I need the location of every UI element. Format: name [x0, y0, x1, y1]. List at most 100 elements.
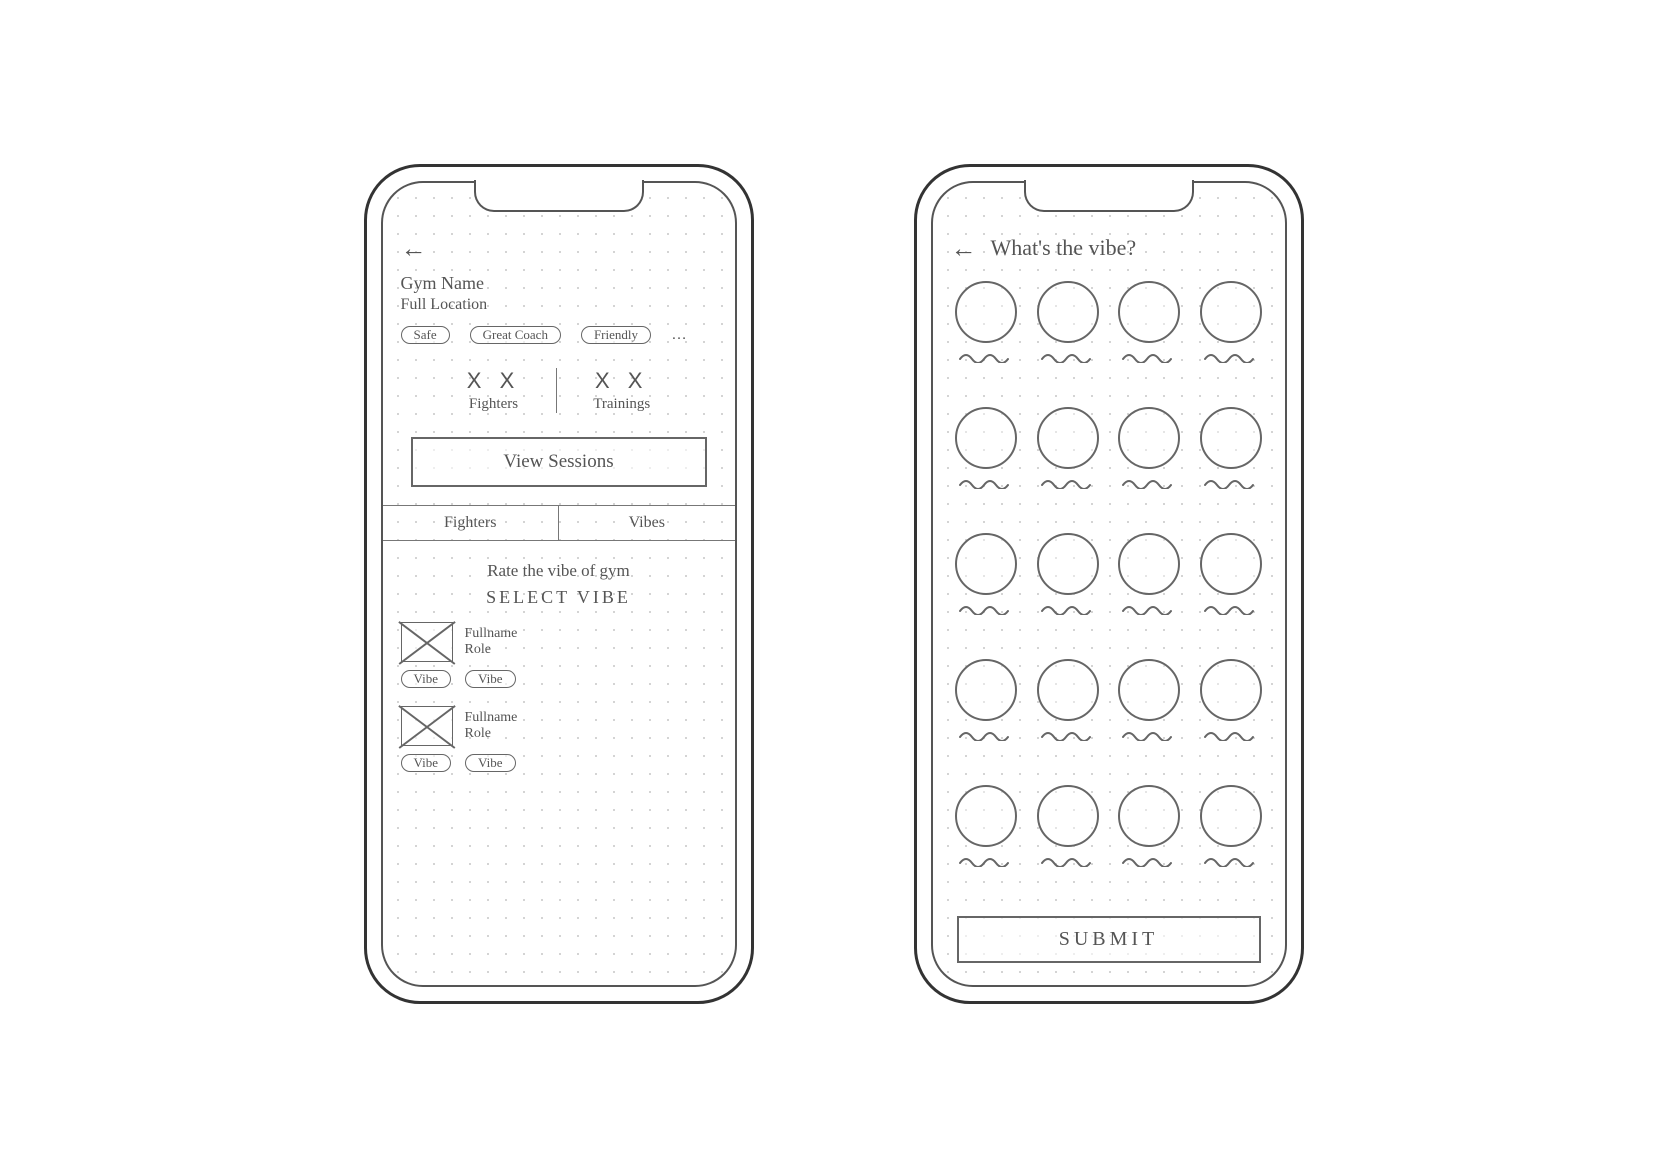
vibe-circle-icon — [955, 659, 1017, 721]
vibe-option[interactable] — [951, 659, 1023, 775]
vibe-option[interactable] — [951, 785, 1023, 901]
vibe-circle-icon — [1037, 659, 1099, 721]
vibe-option[interactable] — [1032, 659, 1104, 775]
squiggle-label-icon — [1040, 349, 1096, 363]
review-fullname: Fullname — [465, 710, 518, 726]
tabs: Fighters Vibes — [383, 505, 735, 541]
stat-trainings-value: X X — [595, 368, 648, 394]
tab-fighters[interactable]: Fighters — [383, 506, 559, 540]
squiggle-label-icon — [1040, 601, 1096, 615]
vibe-circle-icon — [1037, 281, 1099, 343]
select-vibe-button[interactable]: SELECT VIBE — [401, 587, 717, 608]
tag-safe[interactable]: Safe — [401, 326, 450, 344]
vibe-circle-icon — [1118, 785, 1180, 847]
more-tags-icon[interactable]: … — [671, 326, 689, 344]
vibe-option[interactable] — [1114, 533, 1186, 649]
vibe-option[interactable] — [1032, 785, 1104, 901]
vibe-circle-icon — [1118, 533, 1180, 595]
review-role: Role — [465, 642, 518, 658]
squiggle-label-icon — [1040, 727, 1096, 741]
squiggle-label-icon — [1203, 853, 1259, 867]
vibe-option[interactable] — [1195, 659, 1267, 775]
vibe-chip: Vibe — [401, 670, 452, 688]
vibe-circle-icon — [955, 281, 1017, 343]
screen-vibe-picker: ← What's the vibe? SUBMIT — [931, 181, 1287, 987]
view-sessions-button[interactable]: View Sessions — [411, 437, 707, 487]
vibe-option[interactable] — [1114, 785, 1186, 901]
tag-row: Safe Great Coach Friendly … — [401, 326, 717, 344]
vibe-circle-icon — [1037, 785, 1099, 847]
vibe-option[interactable] — [1114, 659, 1186, 775]
stat-fighters: X X Fighters — [431, 368, 556, 413]
vibe-option[interactable] — [1114, 407, 1186, 523]
stat-trainings: X X Trainings — [556, 368, 686, 413]
vibe-circle-icon — [1118, 659, 1180, 721]
vibe-option[interactable] — [1032, 533, 1104, 649]
vibe-option[interactable] — [1032, 407, 1104, 523]
stats-row: X X Fighters X X Trainings — [401, 368, 717, 413]
vibe-chip: Vibe — [401, 754, 452, 772]
vibe-circle-icon — [1118, 407, 1180, 469]
squiggle-label-icon — [958, 727, 1014, 741]
back-icon[interactable]: ← — [951, 235, 977, 261]
vibe-circle-icon — [1118, 281, 1180, 343]
vibe-chip: Vibe — [465, 670, 516, 688]
phone-frame-vibe-picker: ← What's the vibe? SUBMIT — [914, 164, 1304, 1004]
screen-gym-detail: ← Gym Name Full Location Safe Great Coac… — [381, 181, 737, 987]
squiggle-label-icon — [1040, 853, 1096, 867]
page-title: What's the vibe? — [991, 235, 1137, 261]
back-icon[interactable]: ← — [401, 235, 427, 261]
vibe-circle-icon — [955, 785, 1017, 847]
squiggle-label-icon — [1203, 475, 1259, 489]
phone-notch — [1024, 180, 1194, 212]
vibe-option[interactable] — [1195, 785, 1267, 901]
stat-fighters-value: X X — [467, 368, 520, 394]
squiggle-label-icon — [1203, 727, 1259, 741]
vibe-option[interactable] — [951, 533, 1023, 649]
gym-name: Gym Name — [401, 273, 717, 294]
squiggle-label-icon — [1121, 475, 1177, 489]
vibe-option[interactable] — [951, 407, 1023, 523]
squiggle-label-icon — [958, 601, 1014, 615]
vibe-option[interactable] — [1195, 281, 1267, 397]
review-fullname: Fullname — [465, 626, 518, 642]
review-item: Fullname Role Vibe Vibe — [401, 706, 717, 772]
vibe-option[interactable] — [1195, 407, 1267, 523]
tag-friendly[interactable]: Friendly — [581, 326, 651, 344]
vibe-option[interactable] — [1032, 281, 1104, 397]
tab-vibes[interactable]: Vibes — [558, 506, 735, 540]
tag-great-coach[interactable]: Great Coach — [470, 326, 561, 344]
vibe-circle-icon — [1200, 407, 1262, 469]
review-item: Fullname Role Vibe Vibe — [401, 622, 717, 688]
vibe-circle-icon — [1200, 785, 1262, 847]
vibe-chip: Vibe — [465, 754, 516, 772]
avatar-placeholder-icon — [401, 706, 453, 746]
squiggle-label-icon — [1203, 349, 1259, 363]
phone-frame-gym-detail: ← Gym Name Full Location Safe Great Coac… — [364, 164, 754, 1004]
squiggle-label-icon — [958, 853, 1014, 867]
vibe-circle-icon — [1037, 533, 1099, 595]
vibe-circle-icon — [1037, 407, 1099, 469]
rate-prompt: Rate the vibe of gym — [401, 561, 717, 581]
vibe-circle-icon — [1200, 533, 1262, 595]
squiggle-label-icon — [1203, 601, 1259, 615]
phone-notch — [474, 180, 644, 212]
vibe-circle-icon — [1200, 281, 1262, 343]
vibe-circle-icon — [955, 407, 1017, 469]
squiggle-label-icon — [1040, 475, 1096, 489]
submit-button[interactable]: SUBMIT — [957, 916, 1261, 963]
squiggle-label-icon — [1121, 727, 1177, 741]
avatar-placeholder-icon — [401, 622, 453, 662]
vibe-option[interactable] — [951, 281, 1023, 397]
review-role: Role — [465, 726, 518, 742]
vibe-circle-icon — [955, 533, 1017, 595]
squiggle-label-icon — [958, 349, 1014, 363]
squiggle-label-icon — [1121, 349, 1177, 363]
squiggle-label-icon — [1121, 601, 1177, 615]
stat-fighters-label: Fighters — [469, 396, 518, 413]
squiggle-label-icon — [958, 475, 1014, 489]
vibe-circle-icon — [1200, 659, 1262, 721]
vibe-option[interactable] — [1114, 281, 1186, 397]
squiggle-label-icon — [1121, 853, 1177, 867]
vibe-option[interactable] — [1195, 533, 1267, 649]
